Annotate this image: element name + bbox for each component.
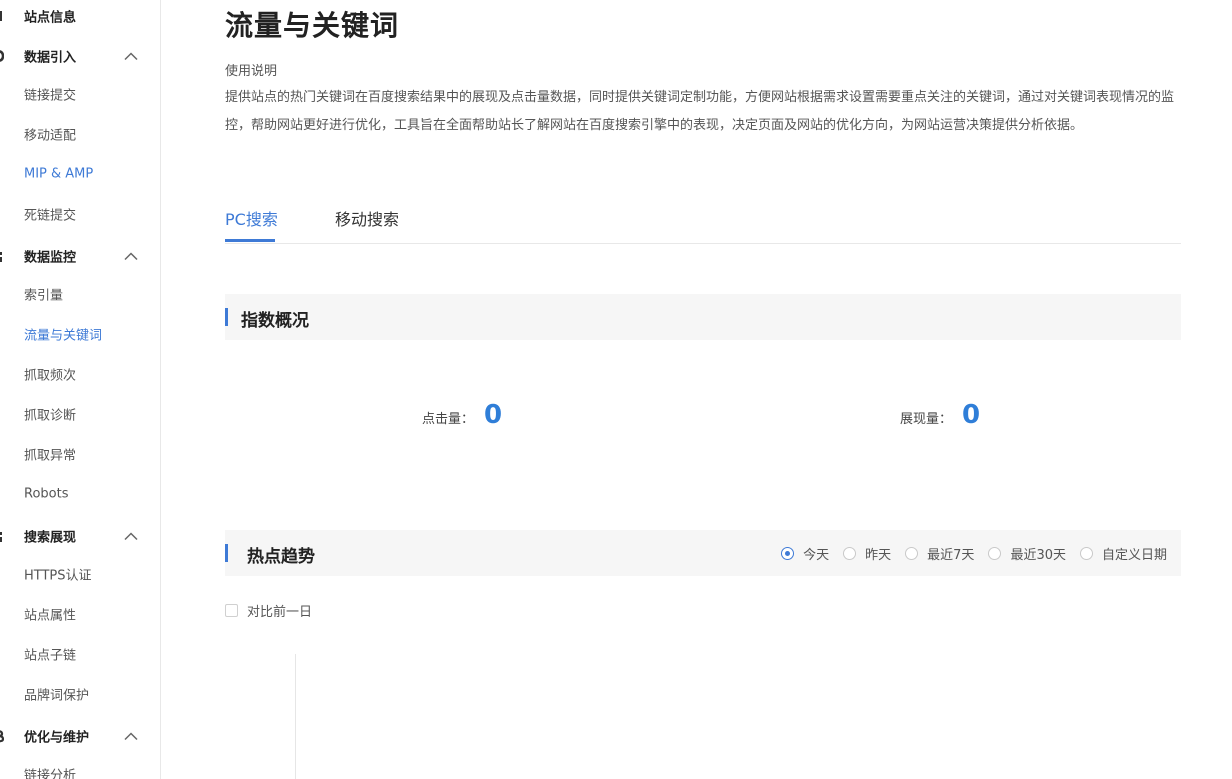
sidebar-item-label: 死链提交 — [24, 208, 77, 224]
sidebar-item-label: Robots — [24, 486, 69, 502]
sidebar-item-label: 品牌词保护 — [24, 688, 90, 704]
data-monitor-icon — [0, 252, 2, 262]
sidebar-item-mip-amp[interactable]: MIP & AMP — [0, 154, 160, 194]
trend-chart-axis — [295, 654, 296, 779]
sidebar-item-label: 链接提交 — [24, 88, 77, 104]
sidebar-group-label: 数据引入 — [24, 50, 77, 66]
impressions-label: 展现量： — [900, 412, 953, 427]
sidebar-item-link-submit[interactable]: 链接提交 — [0, 74, 160, 114]
radio-label: 今天 — [803, 548, 830, 563]
impressions-value: 0 — [962, 400, 981, 430]
data-import-icon — [0, 50, 4, 62]
sidebar-item-crawl-errors[interactable]: 抓取异常 — [0, 434, 160, 474]
sidebar-group-label: 搜索展现 — [24, 530, 77, 546]
clicks-label: 点击量： — [422, 412, 475, 427]
radio-label: 最近30天 — [1010, 548, 1066, 563]
sidebar-item-index-volume[interactable]: 索引量 — [0, 274, 160, 314]
radio-label: 最近7天 — [927, 548, 975, 563]
page-title: 流量与关键词 — [225, 9, 400, 42]
tab-mobile-search[interactable]: 移动搜索 — [335, 206, 399, 230]
radio-label: 自定义日期 — [1101, 548, 1167, 563]
clicks-metric: 点击量： 0 — [422, 400, 502, 430]
sidebar-item-site-sublinks[interactable]: 站点子链 — [0, 634, 160, 674]
section-accent-bar — [225, 308, 228, 326]
usage-title: 使用说明 — [225, 64, 278, 79]
sidebar-item-mobile-adapt[interactable]: 移动适配 — [0, 114, 160, 154]
radio-custom-date[interactable]: 自定义日期 — [1079, 544, 1167, 563]
sidebar-item-https-cert[interactable]: HTTPS认证 — [0, 554, 160, 594]
overview-title: 指数概况 — [241, 311, 309, 331]
usage-description: 提供站点的热门关键词在百度搜索结果中的展现及点击量数据，同时提供关键词定制功能，… — [225, 90, 1175, 133]
radio-button[interactable] — [905, 547, 919, 560]
date-range-radio-group: 今天 昨天 最近7天 最近30天 自定义日期 — [767, 544, 1167, 563]
sidebar-group-optimize-maintain[interactable]: 优化与维护 — [0, 716, 160, 756]
sidebar-item-site-properties[interactable]: 站点属性 — [0, 594, 160, 634]
active-tab-indicator — [225, 239, 275, 242]
trend-section-header: 热点趋势 今天 昨天 最近7天 最近30天 自定义日期 — [225, 530, 1181, 576]
sidebar-item-link-analysis[interactable]: 链接分析 — [0, 754, 160, 779]
sidebar-group-data-monitor[interactable]: 数据监控 — [0, 236, 160, 276]
optimize-maintain-icon — [0, 730, 4, 743]
sidebar-item-brand-protection[interactable]: 品牌词保护 — [0, 674, 160, 714]
radio-button[interactable] — [988, 547, 1002, 560]
chevron-up-icon[interactable] — [124, 52, 138, 61]
radio-button[interactable] — [781, 547, 795, 560]
search-type-tabs: PC搜索 移动搜索 — [225, 200, 1181, 244]
impressions-metric: 展现量： 0 — [900, 400, 980, 430]
sidebar: 站点信息 数据引入 链接提交 移动适配 MIP & AMP 死链提交 数据监控 … — [0, 0, 161, 779]
radio-last-7-days[interactable]: 最近7天 — [905, 544, 974, 563]
sidebar-group-label: 优化与维护 — [24, 730, 90, 746]
sidebar-item-crawl-diagnosis[interactable]: 抓取诊断 — [0, 394, 160, 434]
overview-section-header: 指数概况 — [225, 294, 1181, 340]
radio-today[interactable]: 今天 — [781, 544, 829, 563]
radio-last-30-days[interactable]: 最近30天 — [988, 544, 1066, 563]
sidebar-item-label: HTTPS认证 — [24, 568, 92, 584]
radio-button[interactable] — [1079, 547, 1093, 560]
sidebar-item-robots[interactable]: Robots — [0, 474, 160, 514]
sidebar-item-label: 抓取异常 — [24, 448, 77, 464]
sidebar-group-label: 数据监控 — [24, 250, 77, 266]
sidebar-group-label: 站点信息 — [24, 10, 77, 26]
sidebar-item-label: MIP & AMP — [24, 166, 94, 182]
sidebar-item-label: 索引量 — [24, 288, 64, 304]
compare-checkbox[interactable] — [225, 604, 238, 617]
chevron-up-icon[interactable] — [124, 532, 138, 541]
sidebar-item-label: 站点属性 — [24, 608, 77, 624]
search-display-icon — [0, 532, 2, 542]
sidebar-group-search-display[interactable]: 搜索展现 — [0, 516, 160, 556]
sidebar-item-label: 链接分析 — [24, 768, 77, 779]
site-info-icon — [0, 11, 2, 21]
clicks-value: 0 — [484, 400, 503, 430]
sidebar-item-crawl-frequency[interactable]: 抓取频次 — [0, 354, 160, 394]
tab-pc-search[interactable]: PC搜索 — [225, 206, 278, 230]
compare-previous-day[interactable]: 对比前一日 — [225, 601, 312, 620]
sidebar-group-site-info[interactable]: 站点信息 — [0, 0, 160, 36]
sidebar-item-label: 抓取频次 — [24, 368, 77, 384]
sidebar-item-label: 移动适配 — [24, 128, 77, 144]
chevron-up-icon[interactable] — [124, 732, 138, 741]
sidebar-item-label: 抓取诊断 — [24, 408, 77, 424]
chevron-up-icon[interactable] — [124, 252, 138, 261]
radio-button[interactable] — [843, 547, 857, 560]
sidebar-item-label: 站点子链 — [24, 648, 77, 664]
trend-title: 热点趋势 — [247, 547, 315, 567]
radio-yesterday[interactable]: 昨天 — [843, 544, 891, 563]
sidebar-item-traffic-keywords[interactable]: 流量与关键词 — [0, 314, 160, 354]
sidebar-item-dead-link-submit[interactable]: 死链提交 — [0, 194, 160, 234]
section-accent-bar — [225, 544, 228, 562]
sidebar-group-data-import[interactable]: 数据引入 — [0, 36, 160, 76]
radio-label: 昨天 — [865, 548, 892, 563]
compare-label: 对比前一日 — [247, 605, 313, 620]
sidebar-item-label: 流量与关键词 — [24, 328, 103, 344]
